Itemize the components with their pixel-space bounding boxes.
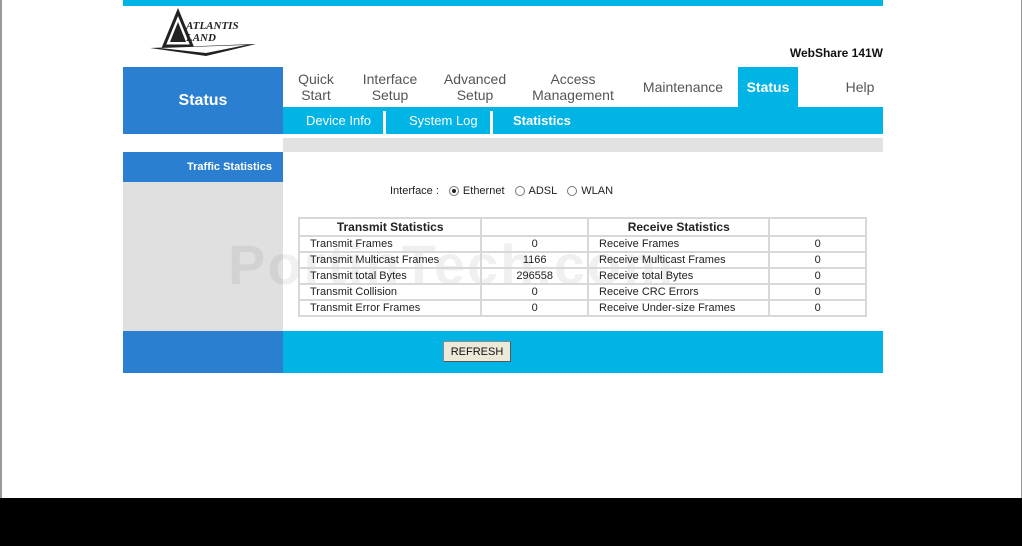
- bottom-black-bar: [0, 498, 1022, 546]
- nav-label: Management: [532, 87, 614, 103]
- nav-label: Status: [746, 79, 790, 95]
- footer-left-bar: [123, 331, 283, 373]
- nav-label: Interface: [362, 71, 418, 87]
- nav-quick-start[interactable]: Quick Start: [283, 67, 349, 107]
- subnav-separator: [383, 111, 386, 134]
- subnav-statistics[interactable]: Statistics: [513, 107, 571, 134]
- rx-label: Receive CRC Errors: [587, 283, 771, 301]
- rx-label: Receive Multicast Frames: [587, 251, 771, 269]
- rx-label: Receive total Bytes: [587, 267, 771, 285]
- nav-label: Setup: [371, 87, 409, 103]
- rx-value: 0: [768, 235, 867, 253]
- section-title: Status: [123, 67, 283, 134]
- rx-label: Receive Frames: [587, 235, 771, 253]
- tx-label: Transmit Frames: [297, 235, 483, 253]
- interface-label: Interface :: [390, 185, 439, 197]
- radio-ethernet[interactable]: [448, 186, 459, 196]
- receive-header: Receive Statistics: [587, 217, 771, 237]
- rx-value: 0: [768, 299, 867, 317]
- radio-adsl-label: ADSL: [528, 185, 558, 197]
- rx-label: Receive Under-size Frames: [587, 299, 771, 317]
- table-row: Transmit Error Frames 0 Receive Under-si…: [297, 299, 867, 317]
- tx-value: 296558: [480, 267, 590, 285]
- rx-value: 0: [768, 283, 867, 301]
- top-accent-bar: [123, 0, 883, 6]
- table-row: Transmit total Bytes 296558 Receive tota…: [297, 267, 867, 285]
- logo-text: ATLANTIS LAND: [186, 20, 239, 44]
- subnav-system-log[interactable]: System Log: [409, 107, 478, 134]
- receive-value-header: [768, 217, 867, 237]
- table-row: Transmit Frames 0 Receive Frames 0: [297, 235, 867, 253]
- tx-value: 0: [480, 299, 590, 317]
- nav-label: Setup: [456, 87, 494, 103]
- table-header-row: Transmit Statistics Receive Statistics: [297, 217, 867, 237]
- footer-right-bar: [283, 331, 883, 373]
- tx-label: Transmit Error Frames: [297, 299, 483, 317]
- tx-value: 0: [480, 235, 590, 253]
- tx-value: 1166: [480, 251, 590, 269]
- subnav-device-info[interactable]: Device Info: [306, 107, 371, 134]
- rx-value: 0: [768, 251, 867, 269]
- model-name: WebShare 141W: [789, 46, 883, 60]
- radio-wlan-label: WLAN: [581, 185, 614, 197]
- nav-advanced-setup[interactable]: Advanced Setup: [435, 67, 515, 107]
- atlantis-logo: ATLANTIS LAND: [150, 8, 256, 58]
- tx-label: Transmit total Bytes: [297, 267, 483, 285]
- nav-interface-setup[interactable]: Interface Setup: [353, 67, 427, 107]
- main-nav: Quick Start Interface Setup Advanced Setup …: [283, 67, 883, 107]
- rx-value: 0: [768, 267, 867, 285]
- radio-wlan[interactable]: [567, 186, 578, 196]
- nav-label: Advanced: [443, 71, 507, 87]
- nav-status[interactable]: Status: [738, 67, 798, 107]
- window-left-border: [0, 0, 2, 498]
- tx-value: 0: [480, 283, 590, 301]
- table-row: Transmit Collision 0 Receive CRC Errors …: [297, 283, 867, 301]
- sub-nav: Device Info System Log Statistics: [283, 107, 883, 134]
- sidebar-heading: Traffic Statistics: [123, 152, 283, 182]
- subnav-separator: [490, 111, 493, 134]
- interface-selector: Interface : Ethernet ADSL WLAN: [390, 185, 619, 197]
- radio-adsl[interactable]: [514, 186, 525, 196]
- table-row: Transmit Multicast Frames 1166 Receive M…: [297, 251, 867, 269]
- tx-label: Transmit Collision: [297, 283, 483, 301]
- tx-label: Transmit Multicast Frames: [297, 251, 483, 269]
- nav-help[interactable]: Help: [833, 67, 887, 107]
- transmit-value-header: [480, 217, 590, 237]
- transmit-header: Transmit Statistics: [297, 217, 483, 237]
- nav-label: Quick: [298, 71, 334, 87]
- refresh-button[interactable]: REFRESH: [443, 341, 511, 362]
- nav-maintenance[interactable]: Maintenance: [633, 67, 733, 107]
- nav-access-management[interactable]: Access Management: [523, 67, 623, 107]
- nav-label: Access: [550, 71, 596, 87]
- nav-label: Help: [845, 79, 875, 95]
- content-header-bar: [283, 138, 883, 152]
- radio-ethernet-label: Ethernet: [462, 185, 505, 197]
- nav-label: Start: [301, 87, 331, 103]
- traffic-statistics-table: Transmit Statistics Receive Statistics T…: [297, 217, 867, 317]
- nav-label: Maintenance: [642, 79, 724, 95]
